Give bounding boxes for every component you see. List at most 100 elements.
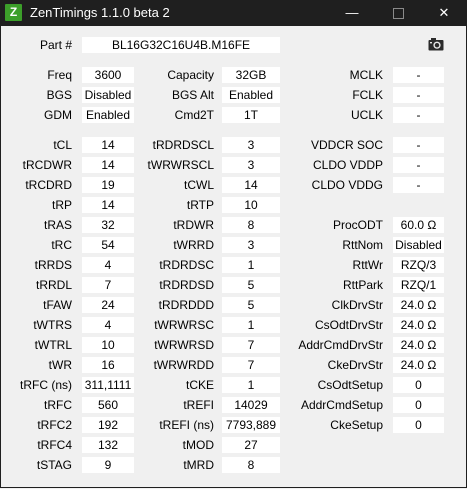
cldo-vddp-value: - (393, 157, 444, 173)
tmod-value: 27 (222, 437, 280, 453)
rttwr-label: RttWr (352, 258, 383, 272)
gdm-value: Enabled (82, 107, 134, 123)
close-button[interactable]: ✕ (421, 0, 467, 26)
trdrdsc-label: tRDRDSC (159, 258, 214, 272)
trtp-label: tRTP (186, 198, 214, 212)
trdrddd-label: tRDRDDD (158, 298, 214, 312)
mclk-value: - (393, 67, 444, 83)
trcdrd-value: 19 (82, 177, 134, 193)
window-title: ZenTimings 1.1.0 beta 2 (30, 5, 170, 20)
trrds-value: 4 (82, 257, 134, 273)
csodtdrvstr-label: CsOdtDrvStr (314, 318, 383, 332)
tras-label: tRAS (43, 218, 72, 232)
title-bar: Z ZenTimings 1.1.0 beta 2 — ✕ (0, 0, 467, 26)
trdwr-label: tRDWR (173, 218, 214, 232)
tcl-label: tCL (53, 138, 72, 152)
trdrdsd-value: 5 (222, 277, 280, 293)
twtrl-value: 10 (82, 337, 134, 353)
bgs-value: Disabled (82, 87, 134, 103)
tcwl-label: tCWL (184, 178, 214, 192)
trdrdscl-label: tRDRDSCL (152, 138, 214, 152)
trdrdsd-label: tRDRDSD (159, 278, 214, 292)
csodtsetup-value: 0 (393, 377, 444, 393)
cmd2t-value: 1T (222, 107, 280, 123)
trfc2-label: tRFC2 (37, 418, 72, 432)
twrwrsc-label: tWRWRSC (154, 318, 214, 332)
capacity-value: 32GB (222, 67, 280, 83)
trtp-value: 10 (222, 197, 280, 213)
tcke-label: tCKE (185, 378, 214, 392)
vddcr-soc-value: - (393, 137, 444, 153)
trc-value: 54 (82, 237, 134, 253)
csodtdrvstr-value: 24.0 Ω (393, 317, 444, 333)
tcl-value: 14 (82, 137, 134, 153)
twtrs-label: tWTRS (33, 318, 72, 332)
cldo-vddg-label: CLDO VDDG (311, 178, 383, 192)
twrwrsd-label: tWRWRSD (154, 338, 214, 352)
twtrs-value: 4 (82, 317, 134, 333)
clkdrvstr-value: 24.0 Ω (393, 297, 444, 313)
addrcmddrvstr-value: 24.0 Ω (393, 337, 444, 353)
tmrd-value: 8 (222, 457, 280, 473)
mclk-label: MCLK (349, 68, 383, 82)
clkdrvstr-label: ClkDrvStr (331, 298, 383, 312)
camera-icon[interactable] (428, 37, 444, 51)
cmd2t-label: Cmd2T (174, 108, 214, 122)
gdm-label: GDM (44, 108, 72, 122)
addrcmdsetup-value: 0 (393, 397, 444, 413)
vddcr-soc-label: VDDCR SOC (310, 138, 383, 152)
trefi-label: tREFI (183, 398, 214, 412)
fclk-value: - (393, 87, 444, 103)
twrwrsc-value: 1 (222, 317, 280, 333)
tcke-value: 1 (222, 377, 280, 393)
twrwrdd-value: 7 (222, 357, 280, 373)
maximize-button[interactable] (375, 0, 421, 26)
trfc-ns-label: tRFC (ns) (20, 378, 72, 392)
trfc-value: 560 (82, 397, 134, 413)
minimize-button[interactable]: — (329, 0, 375, 26)
ckesetup-value: 0 (393, 417, 444, 433)
rttnom-value: Disabled (393, 237, 444, 253)
twr-label: tWR (48, 358, 72, 372)
trfc4-value: 132 (82, 437, 134, 453)
trfc-ns-value: 311,1111 (82, 377, 134, 393)
addrcmddrvstr-label: AddrCmdDrvStr (298, 338, 383, 352)
trrds-label: tRRDS (34, 258, 72, 272)
freq-label: Freq (47, 68, 72, 82)
cldo-vddg-value: - (393, 177, 444, 193)
cldo-vddp-label: CLDO VDDP (312, 158, 383, 172)
trp-label: tRP (51, 198, 72, 212)
rttpark-label: RttPark (342, 278, 383, 292)
trfc4-label: tRFC4 (37, 438, 72, 452)
part-number-value: BL16G32C16U4B.M16FE (82, 37, 280, 53)
trdrddd-value: 5 (222, 297, 280, 313)
trfc2-value: 192 (82, 417, 134, 433)
trdrdscl-value: 3 (222, 137, 280, 153)
tfaw-label: tFAW (43, 298, 72, 312)
trrdl-label: tRRDL (35, 278, 72, 292)
bgs-alt-value: Enabled (222, 87, 280, 103)
uclk-label: UCLK (350, 108, 383, 122)
tstag-label: tSTAG (36, 458, 72, 472)
rttpark-value: RZQ/1 (393, 277, 444, 293)
trefi-ns-label: tREFI (ns) (159, 418, 214, 432)
trdrdsc-value: 1 (222, 257, 280, 273)
twrwrdd-label: tWRWRDD (153, 358, 214, 372)
trcdwr-value: 14 (82, 157, 134, 173)
twr-value: 16 (82, 357, 134, 373)
twrrd-label: tWRRD (173, 238, 214, 252)
tmrd-label: tMRD (183, 458, 214, 472)
trefi-value: 14029 (222, 397, 280, 413)
maximize-icon (392, 8, 404, 20)
tcwl-value: 14 (222, 177, 280, 193)
trrdl-value: 7 (82, 277, 134, 293)
tstag-value: 9 (82, 457, 134, 473)
capacity-label: Capacity (167, 68, 214, 82)
twrrd-value: 3 (222, 237, 280, 253)
twtrl-label: tWTRL (34, 338, 72, 352)
twrwrscl-label: tWRWRSCL (147, 158, 214, 172)
trcdwr-label: tRCDWR (22, 158, 72, 172)
ckesetup-label: CkeSetup (330, 418, 383, 432)
trcdrd-label: tRCDRD (25, 178, 72, 192)
trp-value: 14 (82, 197, 134, 213)
